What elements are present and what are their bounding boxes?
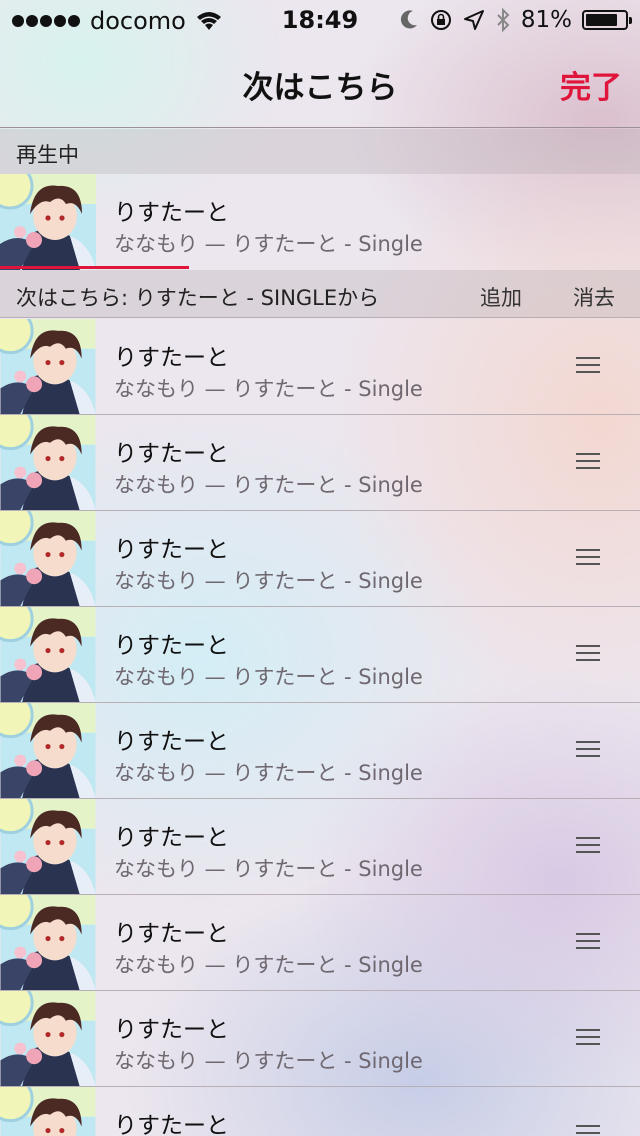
page-title: 次はこちら (242, 70, 398, 106)
track-title: りすたーと (114, 441, 229, 467)
queue-row[interactable]: りすたーと ななもり — りすたーと - Single (0, 511, 640, 607)
clear-button[interactable]: 消去 (573, 282, 615, 312)
reorder-handle-icon[interactable] (576, 1125, 600, 1136)
reorder-handle-icon[interactable] (576, 453, 600, 471)
track-subtitle: ななもり — りすたーと - Single (114, 473, 423, 497)
add-button[interactable]: 追加 (480, 282, 522, 312)
queue-row[interactable]: りすたーと (0, 1087, 640, 1136)
location-arrow-icon (463, 10, 484, 30)
queue-row[interactable]: りすたーと ななもり — りすたーと - Single (0, 607, 640, 703)
reorder-handle-icon[interactable] (576, 741, 600, 759)
navigation-bar: 次はこちら 完了 (0, 40, 640, 128)
track-title: りすたーと (114, 921, 229, 947)
status-right: 81% (399, 7, 632, 33)
status-bar: docomo 18:49 81% (0, 0, 640, 40)
done-button[interactable]: 完了 (560, 62, 622, 107)
reorder-handle-icon[interactable] (576, 645, 600, 663)
track-title: りすたーと (114, 1113, 229, 1136)
queue-header: 次はこちら: りすたーと - SINGLEから 追加 消去 (0, 270, 640, 318)
queue-row[interactable]: りすたーと ななもり — りすたーと - Single (0, 799, 640, 895)
battery-level-fill (586, 14, 617, 26)
queue-row[interactable]: りすたーと ななもり — りすたーと - Single (0, 895, 640, 991)
track-title: りすたーと (114, 1017, 229, 1043)
album-art (0, 511, 96, 606)
track-subtitle: ななもり — りすたーと - Single (114, 232, 423, 256)
album-art (0, 607, 96, 702)
moon-icon (400, 10, 417, 29)
album-art (0, 319, 96, 414)
album-art (0, 895, 96, 990)
track-title: りすたーと (114, 537, 229, 563)
track-title: りすたーと (114, 200, 229, 226)
queue-header-label: 次はこちら: りすたーと - SINGLEから (16, 286, 380, 310)
battery-percent: 81% (520, 7, 572, 33)
queue-row[interactable]: りすたーと ななもり — りすたーと - Single (0, 703, 640, 799)
now-playing-header: 再生中 (0, 129, 640, 174)
rotation-lock-icon (430, 10, 451, 30)
album-art (0, 174, 96, 270)
reorder-handle-icon[interactable] (576, 933, 600, 951)
track-title: りすたーと (114, 729, 229, 755)
now-playing-header-label: 再生中 (16, 143, 79, 167)
playback-progress-bar (0, 266, 640, 269)
reorder-handle-icon[interactable] (576, 1029, 600, 1047)
queue-row[interactable]: りすたーと ななもり — りすたーと - Single (0, 991, 640, 1087)
album-art (0, 1087, 96, 1136)
queue-list: りすたーと ななもり — りすたーと - Single りすたーと ななもり —… (0, 319, 640, 1136)
queue-row[interactable]: りすたーと ななもり — りすたーと - Single (0, 415, 640, 511)
track-title: りすたーと (114, 825, 229, 851)
track-subtitle: ななもり — りすたーと - Single (114, 1049, 423, 1073)
track-subtitle: ななもり — りすたーと - Single (114, 569, 423, 593)
queue-row[interactable]: りすたーと ななもり — りすたーと - Single (0, 319, 640, 415)
now-playing-row[interactable]: りすたーと ななもり — りすたーと - Single (0, 174, 640, 270)
track-title: りすたーと (114, 345, 229, 371)
playback-progress-fill (0, 266, 189, 269)
bluetooth-icon (497, 8, 510, 32)
album-art (0, 703, 96, 798)
reorder-handle-icon[interactable] (576, 837, 600, 855)
track-subtitle: ななもり — りすたーと - Single (114, 953, 423, 977)
track-title: りすたーと (114, 633, 229, 659)
track-subtitle: ななもり — りすたーと - Single (114, 857, 423, 881)
reorder-handle-icon[interactable] (576, 357, 600, 375)
track-subtitle: ななもり — りすたーと - Single (114, 665, 423, 689)
track-subtitle: ななもり — りすたーと - Single (114, 761, 423, 785)
album-art (0, 415, 96, 510)
album-art (0, 799, 96, 894)
track-subtitle: ななもり — りすたーと - Single (114, 377, 423, 401)
reorder-handle-icon[interactable] (576, 549, 600, 567)
battery-icon (582, 10, 632, 30)
album-art (0, 991, 96, 1086)
